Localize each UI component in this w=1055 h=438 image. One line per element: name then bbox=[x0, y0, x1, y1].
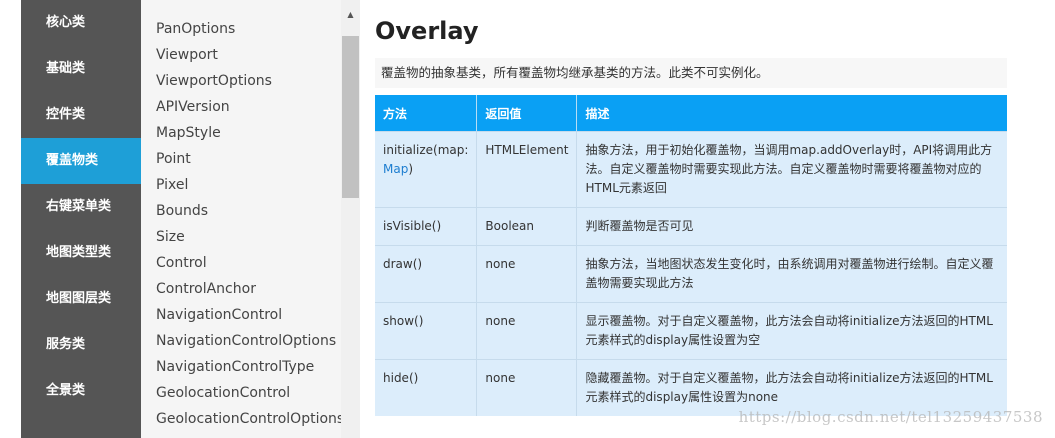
class-list-item[interactable]: NavigationControl bbox=[141, 302, 341, 328]
class-list-item[interactable]: APIVersion bbox=[141, 94, 341, 120]
sidebar-item-panorama[interactable]: 全景类 bbox=[21, 368, 141, 414]
sidebar-item-map-layers[interactable]: 地图图层类 bbox=[21, 276, 141, 322]
class-list-item[interactable]: MapStyle bbox=[141, 120, 341, 146]
description-cell: 判断覆盖物是否可见 bbox=[576, 207, 1007, 246]
table-header-row: 方法 返回值 描述 bbox=[375, 95, 1007, 132]
class-description: 覆盖物的抽象基类，所有覆盖物均继承基类的方法。此类不可实例化。 bbox=[375, 58, 1007, 88]
method-cell: draw() bbox=[375, 245, 478, 303]
method-cell: isVisible() bbox=[375, 207, 478, 246]
map-type-link[interactable]: Map bbox=[383, 162, 408, 176]
method-cell: show() bbox=[375, 302, 478, 360]
method-cell: hide() bbox=[375, 359, 478, 416]
methods-table: 方法 返回值 描述 initialize(map: Map) HTMLElemen… bbox=[375, 95, 1007, 416]
class-list-item[interactable]: Point bbox=[141, 146, 341, 172]
sidebar-item-map-types[interactable]: 地图类型类 bbox=[21, 230, 141, 276]
header-return: 返回值 bbox=[476, 95, 578, 132]
table-row: show() none 显示覆盖物。对于自定义覆盖物，此方法会自动将initia… bbox=[375, 302, 1007, 360]
page-title: Overlay bbox=[375, 17, 479, 45]
sidebar-item-base[interactable]: 基础类 bbox=[21, 46, 141, 92]
class-list: PanOptions Viewport ViewportOptions APIV… bbox=[141, 0, 341, 438]
header-method: 方法 bbox=[375, 95, 478, 132]
class-list-item[interactable]: NavigationControlOptions bbox=[141, 328, 341, 354]
table-row: draw() none 抽象方法，当地图状态发生变化时，由系统调用对覆盖物进行绘… bbox=[375, 245, 1007, 303]
description-cell: 抽象方法，用于初始化覆盖物，当调用map.addOverlay时，API将调用此… bbox=[576, 131, 1007, 208]
scrollbar-thumb[interactable] bbox=[342, 36, 359, 198]
class-list-item[interactable]: NavigationControlType bbox=[141, 354, 341, 380]
return-cell: none bbox=[476, 245, 578, 303]
sidebar-item-context-menu[interactable]: 右键菜单类 bbox=[21, 184, 141, 230]
description-cell: 显示覆盖物。对于自定义覆盖物，此方法会自动将initialize方法返回的HTM… bbox=[576, 302, 1007, 360]
class-list-scrollbar[interactable]: ▲ bbox=[341, 0, 360, 438]
sidebar-item-services[interactable]: 服务类 bbox=[21, 322, 141, 368]
class-list-item[interactable]: Size bbox=[141, 224, 341, 250]
class-list-item[interactable]: PanOptions bbox=[141, 16, 341, 42]
class-list-item[interactable]: GeolocationControlOptions bbox=[141, 406, 341, 432]
return-cell: none bbox=[476, 359, 578, 416]
watermark: https://blog.csdn.net/tel13259437538 bbox=[738, 408, 1043, 426]
method-suffix: ) bbox=[408, 162, 414, 176]
scroll-up-arrow-icon[interactable]: ▲ bbox=[341, 8, 360, 22]
return-cell: none bbox=[476, 302, 578, 360]
header-description: 描述 bbox=[576, 95, 1007, 132]
class-list-item[interactable]: Bounds bbox=[141, 198, 341, 224]
table-row: initialize(map: Map) HTMLElement 抽象方法，用于初… bbox=[375, 131, 1007, 208]
method-cell: initialize(map: Map) bbox=[375, 131, 478, 208]
sidebar-item-core[interactable]: 核心类 bbox=[21, 0, 141, 46]
table-row: isVisible() Boolean 判断覆盖物是否可见 bbox=[375, 207, 1007, 246]
method-name: initialize(map: bbox=[383, 143, 469, 157]
class-list-item[interactable]: ControlAnchor bbox=[141, 276, 341, 302]
class-list-item[interactable]: Pixel bbox=[141, 172, 341, 198]
class-list-item[interactable]: GeolocationControl bbox=[141, 380, 341, 406]
return-cell: HTMLElement bbox=[476, 131, 578, 208]
return-cell: Boolean bbox=[476, 207, 578, 246]
sidebar-item-overlays[interactable]: 覆盖物类 bbox=[21, 138, 141, 184]
sidebar-item-controls[interactable]: 控件类 bbox=[21, 92, 141, 138]
class-list-item[interactable]: Control bbox=[141, 250, 341, 276]
description-cell: 抽象方法，当地图状态发生变化时，由系统调用对覆盖物进行绘制。自定义覆盖物需要实现… bbox=[576, 245, 1007, 303]
category-sidebar: 核心类 基础类 控件类 覆盖物类 右键菜单类 地图类型类 地图图层类 服务类 全… bbox=[21, 0, 141, 438]
class-list-item[interactable]: Viewport bbox=[141, 42, 341, 68]
class-list-item[interactable]: ViewportOptions bbox=[141, 68, 341, 94]
